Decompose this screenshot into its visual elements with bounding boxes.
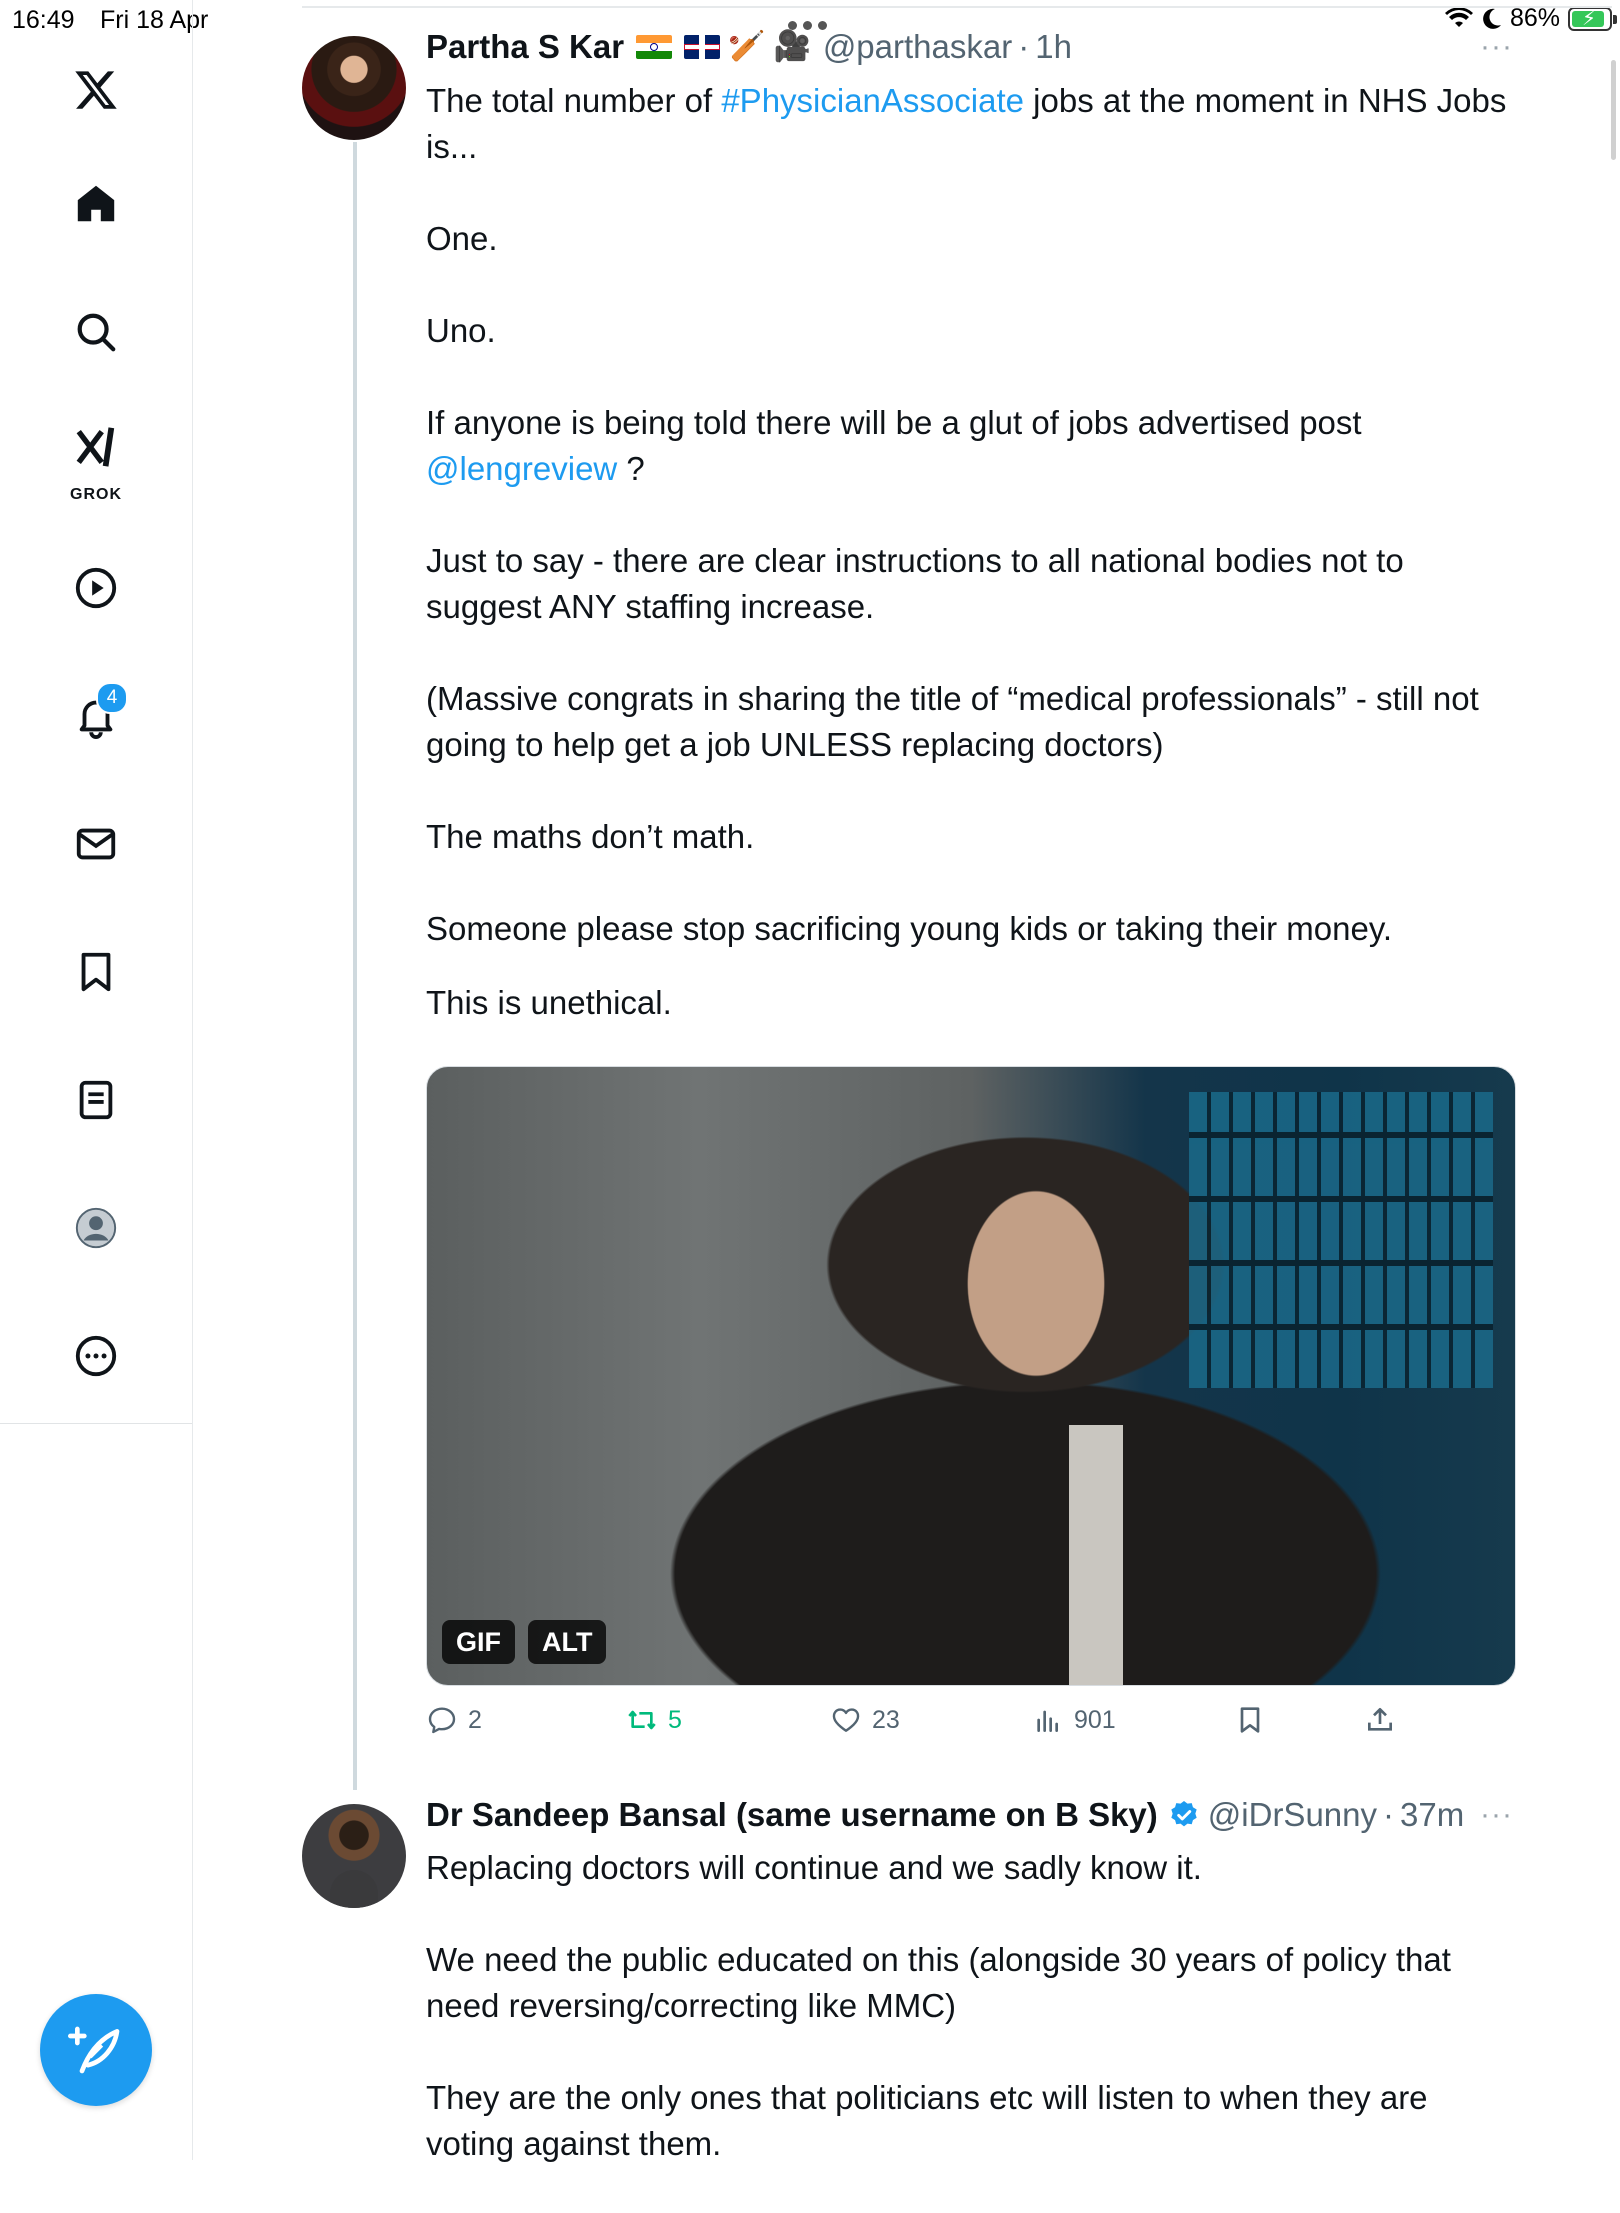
play-circle-icon xyxy=(75,567,117,609)
sidebar-item-video[interactable] xyxy=(56,548,136,628)
sidebar-item-bookmarks[interactable] xyxy=(56,932,136,1012)
x-logo-icon xyxy=(75,71,117,109)
bookmark-icon xyxy=(1240,1707,1260,1733)
search-icon xyxy=(77,313,116,352)
like-button[interactable]: 23 xyxy=(830,1704,900,1736)
like-count: 23 xyxy=(872,1705,900,1734)
post-text-line1-prefix: The total number of xyxy=(426,82,722,119)
post-author-avatar[interactable] xyxy=(302,36,406,140)
post-author-handle[interactable]: @parthaskar xyxy=(823,28,1012,66)
scrollbar[interactable] xyxy=(1611,60,1616,160)
post-author-name[interactable]: Partha S Kar xyxy=(426,28,624,66)
view-count: 901 xyxy=(1074,1705,1116,1734)
sidebar-item-grok[interactable]: GROK xyxy=(56,412,136,504)
battery-icon: ⚡ xyxy=(1568,6,1617,31)
compose-post-button[interactable] xyxy=(40,1994,152,2106)
sidebar-item-home[interactable] xyxy=(56,164,136,244)
verified-badge-icon xyxy=(1171,1801,1197,1827)
reply-author-handle[interactable]: @iDrSunny xyxy=(1208,1796,1377,1834)
post-paragraph: This is unethical. xyxy=(426,984,672,1021)
sidebar-divider xyxy=(192,1423,193,2160)
share-icon xyxy=(1368,1708,1392,1731)
mention-link[interactable]: @lengreview xyxy=(426,450,617,487)
sidebar-item-notifications[interactable]: 4 xyxy=(56,676,136,756)
post-text-para4-prefix: If anyone is being told there will be a … xyxy=(426,404,1362,441)
repost-count: 5 xyxy=(668,1705,682,1734)
sidebar-item-profile[interactable] xyxy=(56,1188,136,1268)
post-separator: · xyxy=(1018,28,1030,65)
thread-connector-line xyxy=(353,142,357,1790)
repost-icon xyxy=(628,1710,656,1730)
sidebar-item-more[interactable] xyxy=(56,1316,136,1396)
gif-hands-over-face xyxy=(949,1165,1124,1401)
sidebar-item-messages[interactable] xyxy=(56,804,136,884)
reply-paragraph: We need the public educated on this (alo… xyxy=(426,1941,1451,2024)
post-text-para4-suffix: ? xyxy=(617,450,645,487)
hashtag-link[interactable]: #PhysicianAssociate xyxy=(721,82,1024,119)
reply-more-options-icon[interactable]: ··· xyxy=(1480,1798,1513,1832)
alt-text-badge[interactable]: ALT xyxy=(528,1620,607,1664)
repost-button[interactable]: 5 xyxy=(626,1704,682,1736)
reply-header: Dr Sandeep Bansal (same username on B Sk… xyxy=(426,1796,1464,1834)
reply-button[interactable]: 2 xyxy=(426,1704,482,1736)
post-header: Partha S Kar 🏏 🎥 @parthaskar · 1h xyxy=(426,28,1072,66)
mail-icon xyxy=(76,828,116,860)
uk-flag-icon xyxy=(684,35,721,59)
reply-icon xyxy=(428,1707,456,1734)
gif-badge: GIF xyxy=(442,1620,515,1664)
reply-paragraph: They are the only ones that politicians … xyxy=(426,2079,1428,2162)
post-gif-media[interactable] xyxy=(426,1066,1516,1686)
views-button[interactable]: 901 xyxy=(1032,1704,1116,1736)
x-logo-button[interactable] xyxy=(56,50,136,130)
reply-separator: · xyxy=(1383,1796,1395,1833)
reply-count: 2 xyxy=(468,1705,482,1734)
post-paragraph: Just to say - there are clear instructio… xyxy=(426,542,1404,625)
post-paragraph: The maths don’t math. xyxy=(426,818,755,855)
reply-timestamp[interactable]: 37m xyxy=(1400,1796,1464,1834)
post-timestamp[interactable]: 1h xyxy=(1035,28,1072,66)
sidebar-nav: GROK 4 xyxy=(0,0,193,1424)
grok-icon xyxy=(76,427,115,467)
home-icon xyxy=(77,185,115,222)
grok-label: GROK xyxy=(70,486,122,503)
battery-percent: 86% xyxy=(1509,4,1560,32)
profile-avatar-icon xyxy=(75,1207,117,1249)
analytics-bars-icon xyxy=(1037,1710,1058,1732)
share-button[interactable] xyxy=(1364,1704,1396,1736)
post-paragraph: One. xyxy=(426,220,498,257)
timeline-top-border xyxy=(302,6,1612,8)
post-paragraph: (Massive congrats in sharing the title o… xyxy=(426,680,1479,763)
post-paragraph: Uno. xyxy=(426,312,496,349)
reply-paragraph: Replacing doctors will continue and we s… xyxy=(426,1849,1202,1886)
gif-window-bars xyxy=(1188,1091,1494,1389)
notifications-badge: 4 xyxy=(96,682,128,714)
more-circle-icon xyxy=(75,1335,117,1377)
heart-icon xyxy=(832,1708,860,1732)
india-flag-icon xyxy=(636,35,673,59)
bookmark-icon xyxy=(81,952,111,992)
reply-author-avatar[interactable] xyxy=(302,1804,406,1908)
sidebar-item-lists[interactable] xyxy=(56,1060,136,1140)
sidebar-item-explore[interactable] xyxy=(56,292,136,372)
post-more-options-icon[interactable]: ··· xyxy=(1480,30,1513,64)
post-body: The total number of #PhysicianAssociate … xyxy=(426,78,1516,1072)
list-icon xyxy=(79,1080,113,1120)
movie-camera-icon: 🎥 xyxy=(773,30,811,63)
reply-author-name[interactable]: Dr Sandeep Bansal (same username on B Sk… xyxy=(426,1796,1158,1834)
moon-icon xyxy=(1483,8,1501,29)
cricket-icon: 🏏 xyxy=(728,30,766,63)
reply-body: Replacing doctors will continue and we s… xyxy=(426,1845,1516,2213)
gif-shirt xyxy=(1068,1425,1124,1685)
bookmark-button[interactable] xyxy=(1234,1704,1266,1736)
post-paragraph: Someone please stop sacrificing young ki… xyxy=(426,910,1393,947)
compose-feather-icon xyxy=(68,2026,120,2074)
wifi-icon xyxy=(1444,6,1473,27)
